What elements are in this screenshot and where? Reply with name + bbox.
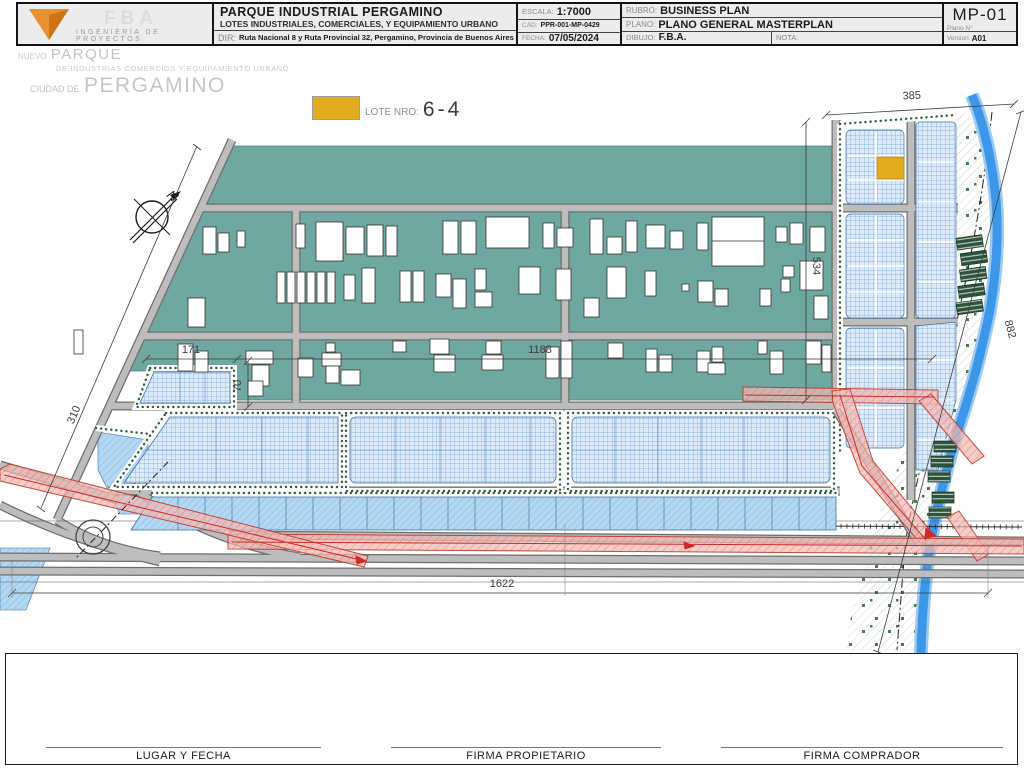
watermark-nuevo: NUEVO: [18, 52, 46, 61]
signature-label: FIRMA PROPIETARIO: [391, 750, 661, 762]
dim-310: 310: [65, 404, 83, 426]
rubro-value: BUSINESS PLAN: [660, 5, 749, 17]
title-block: FBA INGENIERÍA DE PROYECTOS PARQUE INDUS…: [16, 2, 1018, 46]
nota-label: NOTA:: [776, 33, 798, 42]
signature-line: [721, 747, 1003, 748]
signature-label: LUGAR Y FECHA: [46, 750, 321, 762]
watermark-ciudad: CIUDAD DE: [30, 84, 80, 94]
rubro-label: RUBRO:: [626, 6, 657, 15]
escala-label: ESCALA:: [522, 7, 554, 16]
dim-882: 882: [1002, 319, 1018, 340]
watermark-line2: DE INDUSTRIAS COMERCIOS Y EQUIPAMIENTO U…: [56, 65, 289, 73]
company-name: FBA: [104, 8, 158, 30]
dim-1622: 1622: [490, 578, 514, 590]
company-logo: FBA INGENIERÍA DE PROYECTOS: [18, 4, 214, 44]
dim-1188: 1188: [528, 344, 552, 356]
signature-field-lugar[interactable]: LUGAR Y FECHA: [46, 747, 321, 762]
masterplan-sheet: { "title_block": { "company": { "name": …: [0, 0, 1024, 768]
dim-171: 171: [182, 344, 200, 356]
north-arrow-icon: N: [130, 187, 181, 243]
signature-field-comprador[interactable]: FIRMA COMPRADOR: [721, 747, 1003, 762]
watermark-pergamino: PERGAMINO: [84, 74, 226, 97]
dim-70: 70: [232, 380, 244, 392]
lot-legend: LOTE NRO: 6-4: [312, 96, 462, 120]
fecha-value: 07/05/2024: [549, 33, 599, 44]
plano-label: PLANO:: [626, 20, 655, 29]
fecha-label: FECHA:: [522, 35, 546, 42]
dibujo-label: DIBUJO:: [626, 33, 656, 42]
dibujo-value: F.B.A.: [659, 32, 687, 43]
version-label: Version: [947, 35, 969, 42]
signature-line: [391, 747, 661, 748]
dim-385: 385: [902, 90, 921, 103]
signature-label: FIRMA COMPRADOR: [721, 750, 1003, 762]
signature-line: [46, 747, 321, 748]
sheet-code: MP-01: [944, 5, 1016, 25]
plano-value: PLANO GENERAL MASTERPLAN: [658, 19, 833, 31]
escala-value: 1:7000: [557, 6, 591, 18]
dir-label: DIR:: [218, 33, 236, 43]
lot-legend-number: 6-4: [423, 98, 462, 122]
cad-value: PPR-001-MP-0429: [541, 22, 600, 29]
version-value: A01: [972, 34, 987, 43]
dir-value: Ruta Nacional 8 y Ruta Provincial 32, Pe…: [239, 33, 514, 42]
cad-label: CAD:: [522, 22, 538, 29]
project-title: PARQUE INDUSTRIAL PERGAMINO: [214, 4, 516, 19]
signature-box: LUGAR Y FECHA FIRMA PROPIETARIO FIRMA CO…: [5, 653, 1018, 765]
project-subtitle: LOTES INDUSTRIALES, COMERCIALES, Y EQUIP…: [214, 19, 516, 30]
dim-534: 534: [810, 257, 822, 275]
company-logo-icon: [26, 6, 72, 49]
lot-legend-label: LOTE NRO:: [365, 107, 419, 118]
company-tagline: INGENIERÍA DE PROYECTOS: [76, 29, 212, 43]
lot-color-swatch: [312, 96, 360, 120]
lot-6-4-highlight[interactable]: [877, 157, 904, 179]
signature-field-propietario[interactable]: FIRMA PROPIETARIO: [391, 747, 661, 762]
park-watermark: NUEVO PARQUE DE INDUSTRIAS COMERCIOS Y E…: [18, 47, 289, 96]
